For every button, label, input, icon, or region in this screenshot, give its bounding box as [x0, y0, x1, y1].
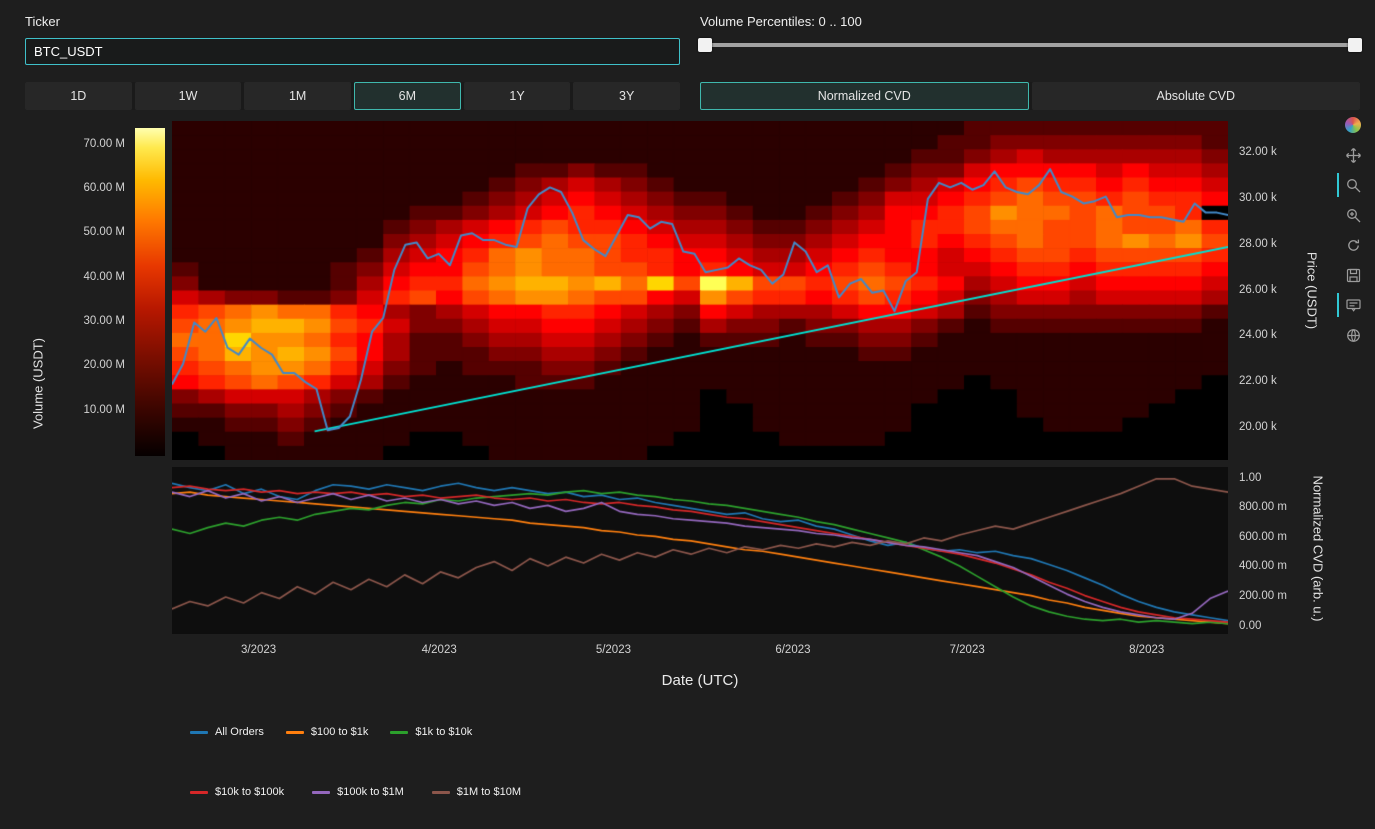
- tick-label: 5/2023: [596, 644, 631, 656]
- range-button-1d[interactable]: 1D: [25, 82, 132, 110]
- tick-label: 400.00 m: [1239, 560, 1287, 572]
- tick-label: 0.00: [1239, 620, 1261, 632]
- reset-tool-icon[interactable]: [1344, 236, 1362, 254]
- volume-colorbar: [135, 128, 165, 456]
- legend-row-2: $10k to $100k $100k to $1M $1M to $10M: [190, 786, 521, 798]
- ticker-label: Ticker: [25, 14, 60, 29]
- legend-item-1M-to-10M[interactable]: $1M to $10M: [432, 786, 521, 798]
- cvd-mode-button-group: Normalized CVD Absolute CVD: [700, 82, 1360, 110]
- legend-swatch-1k-to-10k: [390, 731, 408, 734]
- cvd-axis-title: Normalized CVD (arb. u.): [1311, 449, 1326, 649]
- cvd-canvas[interactable]: [172, 467, 1228, 634]
- tick-label: 40.00 M: [55, 271, 125, 283]
- tick-label: 8/2023: [1129, 644, 1164, 656]
- tick-label: 7/2023: [950, 644, 985, 656]
- price-axis-title: Price (USDT): [1305, 211, 1320, 371]
- legend-row-1: All Orders $100 to $1k $1k to $10k: [190, 726, 472, 738]
- tick-label: 50.00 M: [55, 226, 125, 238]
- wheel-zoom-tool-icon[interactable]: [1344, 206, 1362, 224]
- absolute-cvd-button[interactable]: Absolute CVD: [1032, 82, 1361, 110]
- date-axis-title: Date (UTC): [172, 672, 1228, 689]
- range-button-group: 1D 1W 1M 6M 1Y 3Y: [25, 82, 680, 110]
- tick-label: 6/2023: [775, 644, 810, 656]
- legend-item-10k-to-100k[interactable]: $10k to $100k: [190, 786, 284, 798]
- volume-percentiles-label: Volume Percentiles: 0 .. 100: [700, 14, 862, 29]
- legend-swatch-100k-to-1M: [312, 791, 330, 794]
- tick-label: 1.00: [1239, 472, 1261, 484]
- box-zoom-tool-icon[interactable]: [1344, 176, 1362, 194]
- heatmap-canvas[interactable]: [172, 121, 1228, 460]
- legend-item-100-to-1k[interactable]: $100 to $1k: [286, 726, 369, 738]
- tick-label: 32.00 k: [1239, 146, 1277, 158]
- tick-label: 10.00 M: [55, 404, 125, 416]
- range-button-1m[interactable]: 1M: [244, 82, 351, 110]
- legend-item-all-orders[interactable]: All Orders: [190, 726, 264, 738]
- tick-label: 800.00 m: [1239, 501, 1287, 513]
- tick-label: 28.00 k: [1239, 238, 1277, 250]
- legend-item-1k-to-10k[interactable]: $1k to $10k: [390, 726, 472, 738]
- range-button-1w[interactable]: 1W: [135, 82, 242, 110]
- normalized-cvd-button[interactable]: Normalized CVD: [700, 82, 1029, 110]
- legend-item-100k-to-1M[interactable]: $100k to $1M: [312, 786, 404, 798]
- tick-label: 30.00 k: [1239, 192, 1277, 204]
- volume-percentiles-slider[interactable]: [700, 36, 1360, 54]
- tick-label: 200.00 m: [1239, 590, 1287, 602]
- tick-label: 22.00 k: [1239, 375, 1277, 387]
- tick-label: 3/2023: [241, 644, 276, 656]
- save-tool-icon[interactable]: [1344, 266, 1362, 284]
- tick-label: 60.00 M: [55, 182, 125, 194]
- range-button-3y[interactable]: 3Y: [573, 82, 680, 110]
- bokeh-logo-icon[interactable]: [1344, 116, 1362, 134]
- slider-track[interactable]: [702, 43, 1358, 47]
- tick-label: 4/2023: [422, 644, 457, 656]
- tick-label: 70.00 M: [55, 138, 125, 150]
- range-button-1y[interactable]: 1Y: [464, 82, 571, 110]
- slider-handle-min[interactable]: [698, 38, 712, 52]
- tick-label: 20.00 k: [1239, 421, 1277, 433]
- legend-swatch-100-to-1k: [286, 731, 304, 734]
- legend-swatch-10k-to-100k: [190, 791, 208, 794]
- tick-label: 600.00 m: [1239, 531, 1287, 543]
- ticker-input[interactable]: [25, 38, 680, 65]
- legend-swatch-all-orders: [190, 731, 208, 734]
- tick-label: 26.00 k: [1239, 284, 1277, 296]
- range-button-6m[interactable]: 6M: [354, 82, 461, 110]
- tick-label: 20.00 M: [55, 359, 125, 371]
- cvd-dashboard-app: Ticker Volume Percentiles: 0 .. 100 1D 1…: [0, 0, 1375, 829]
- plot-toolbar: [1342, 116, 1364, 344]
- tick-label: 24.00 k: [1239, 329, 1277, 341]
- slider-handle-max[interactable]: [1348, 38, 1362, 52]
- help-tool-icon[interactable]: [1344, 326, 1362, 344]
- pan-tool-icon[interactable]: [1344, 146, 1362, 164]
- legend-swatch-1M-to-10M: [432, 791, 450, 794]
- tick-label: 30.00 M: [55, 315, 125, 327]
- hover-tool-icon[interactable]: [1344, 296, 1362, 314]
- volume-axis-title: Volume (USDT): [31, 294, 46, 474]
